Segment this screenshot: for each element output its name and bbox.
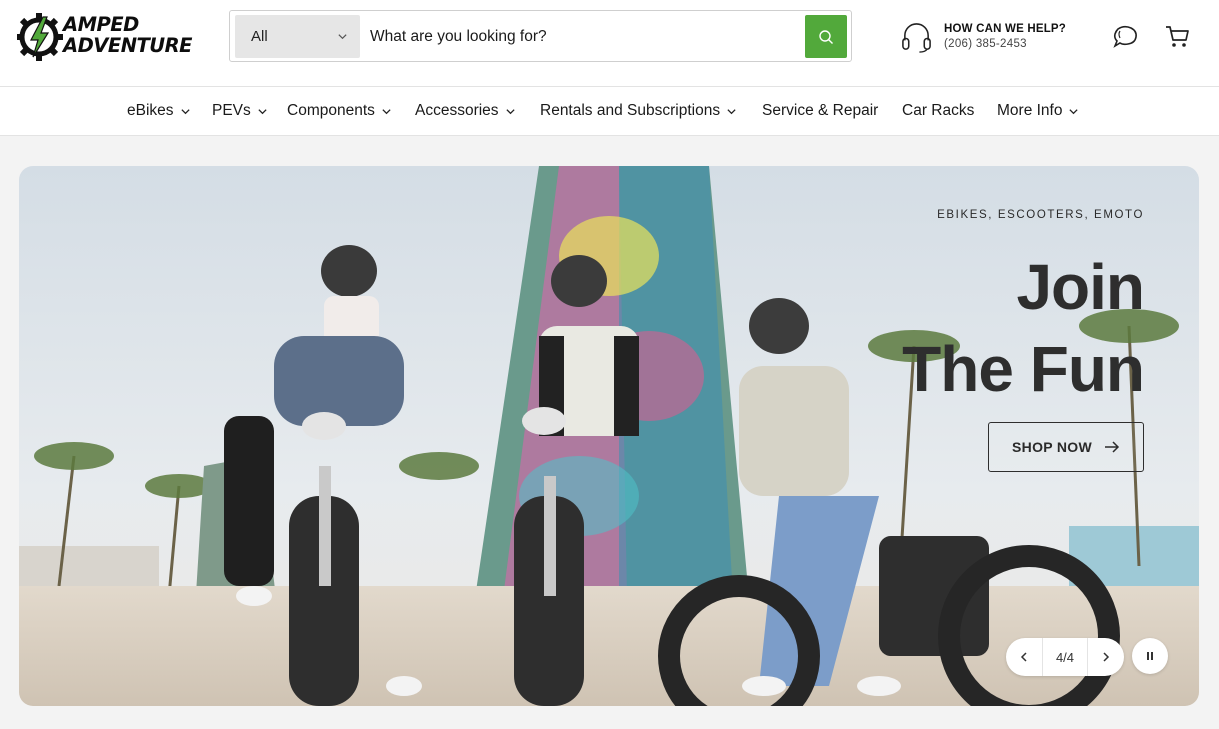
pause-icon [1147,652,1153,660]
logo-line-1: AMPED [63,13,139,36]
chevron-right-icon [1103,652,1110,662]
search-button[interactable] [805,15,847,58]
nav-item-label: More Info [997,102,1063,119]
chevron-down-icon [1069,108,1079,114]
nav-item-more-info[interactable]: More Info [997,102,1079,120]
chevron-left-icon [1020,652,1027,662]
search-input[interactable] [368,15,804,58]
site-header: AMPED ADVENTURE All HOW CAN WE HELP? (20… [0,0,1219,87]
nav-item-label: Rentals and Subscriptions [540,102,721,119]
brand-logo[interactable]: AMPED ADVENTURE [17,10,192,64]
search-icon [819,29,833,44]
nav-item-components[interactable]: Components [287,102,392,120]
chat-icon[interactable] [1110,22,1140,52]
hero-title-line-2: The Fun [902,333,1145,405]
help-phone[interactable]: (206) 385-2453 [944,38,1027,50]
headset-icon [902,23,931,53]
nav-item-pevs[interactable]: PEVs [212,102,268,120]
chevron-down-icon [338,34,347,40]
slider-pause-button[interactable] [1132,638,1168,674]
slide-counter: 4/4 [1042,638,1088,676]
cart-icon[interactable] [1162,21,1192,51]
nav-item-label: Car Racks [902,102,975,119]
arrow-right-icon [1104,441,1120,453]
nav-item-car-racks[interactable]: Car Racks [902,102,974,120]
chevron-down-icon [727,108,736,114]
hero-eyebrow: EBIKES, ESCOOTERS, EMOTO [937,209,1144,221]
slider-controls: 4/4 [1006,638,1124,676]
nav-item-rentals[interactable]: Rentals and Subscriptions [540,102,737,120]
slider-next-button[interactable] [1088,638,1124,676]
nav-item-label: Service & Repair [762,102,879,119]
main-nav: eBikes PEVs Components Accessories Renta… [0,87,1219,136]
chevron-down-icon [505,108,515,114]
logo-line-2: ADVENTURE [63,34,192,57]
gear-bolt-logo-icon [17,13,63,61]
nav-item-label: PEVs [212,102,251,119]
help-contact[interactable]: HOW CAN WE HELP? (206) 385-2453 [900,19,1090,57]
help-title: HOW CAN WE HELP? [944,23,1067,35]
search-category-select[interactable]: All [235,15,360,58]
nav-item-accessories[interactable]: Accessories [415,102,516,120]
slider-prev-button[interactable] [1006,638,1042,676]
hero-title-line-1: Join [1016,251,1145,323]
shop-now-button[interactable]: SHOP NOW [988,422,1144,472]
nav-item-label: eBikes [127,102,174,119]
brand-wordmark: AMPED ADVENTURE [63,14,192,56]
search-category-label: All [251,28,268,45]
chevron-down-icon [258,108,267,114]
nav-item-label: Accessories [415,102,499,119]
nav-item-ebikes[interactable]: eBikes [127,102,191,120]
nav-item-service-repair[interactable]: Service & Repair [762,102,878,120]
search-bar: All [229,10,852,62]
hero-banner: EBIKES, ESCOOTERS, EMOTO Join The Fun SH… [19,166,1199,706]
shop-now-label: SHOP NOW [1012,439,1092,455]
chevron-down-icon [382,108,391,114]
chevron-down-icon [180,108,190,114]
nav-item-label: Components [287,102,375,119]
